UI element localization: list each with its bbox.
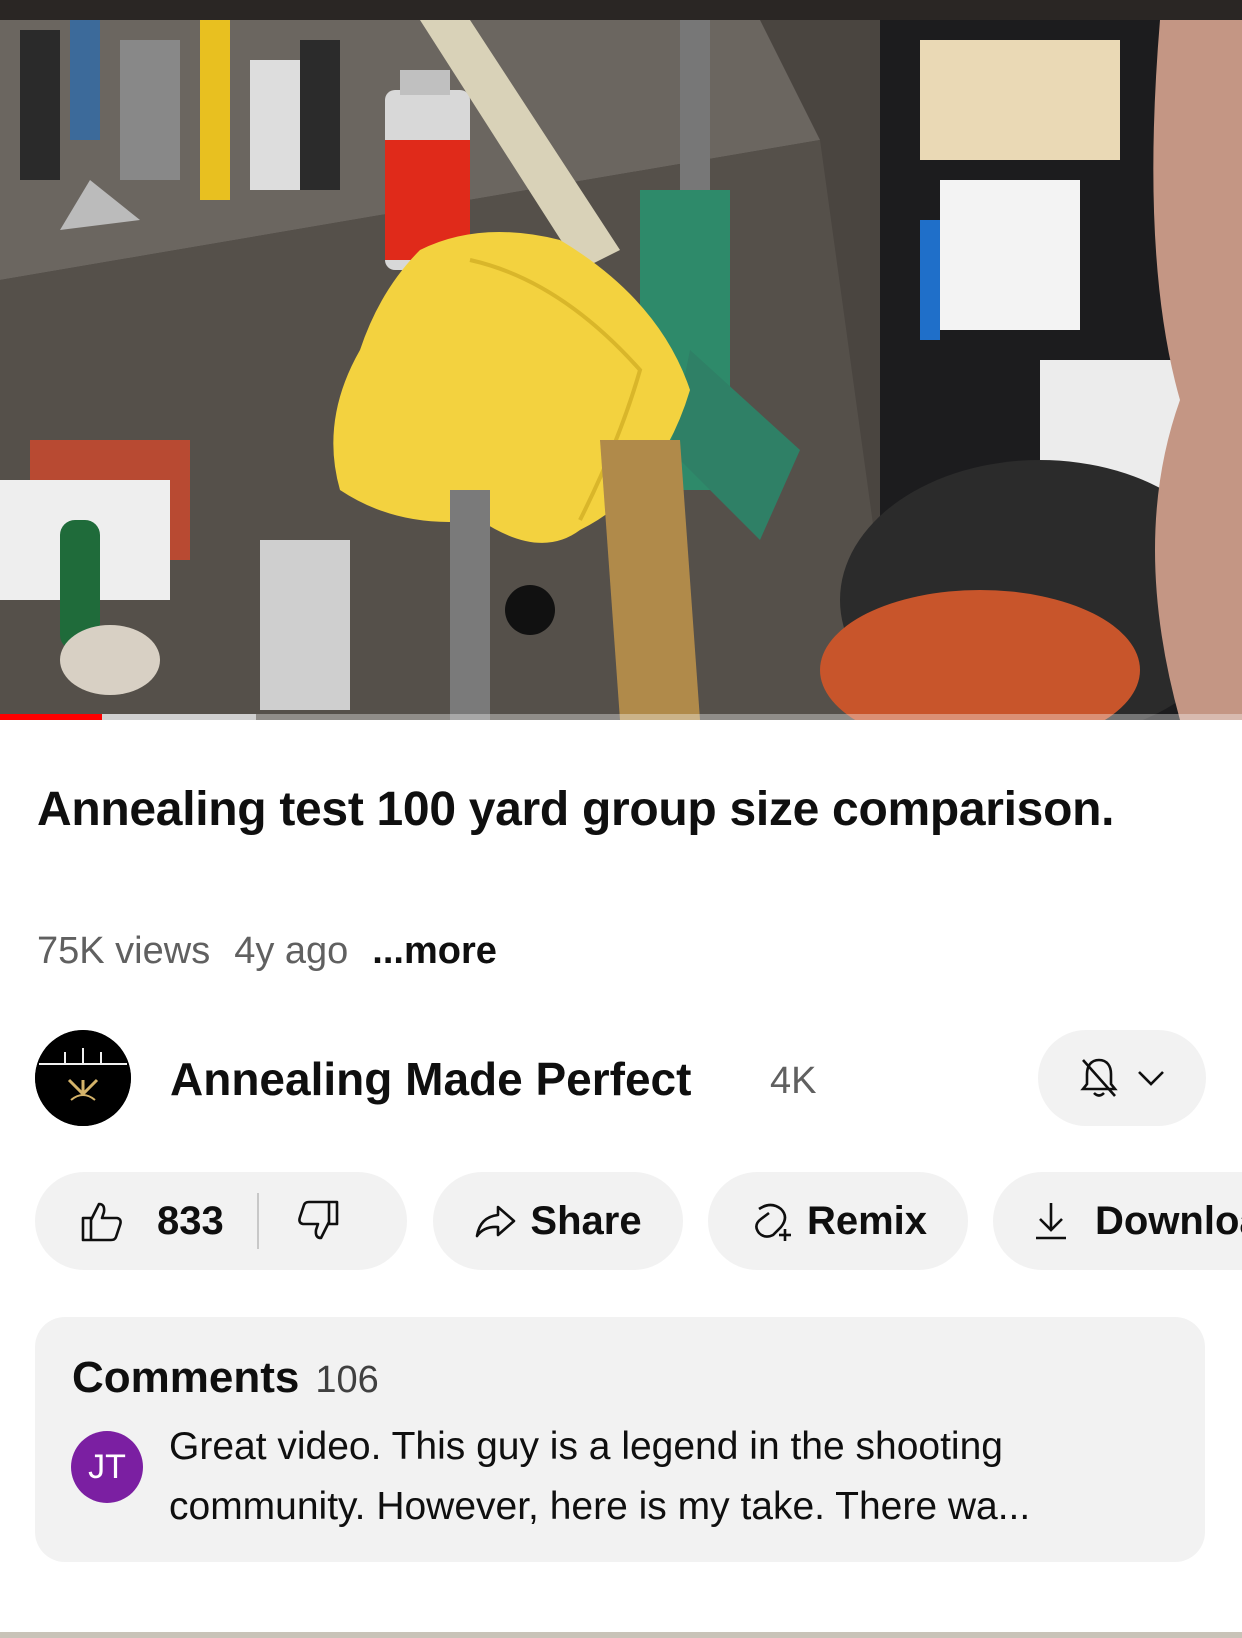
download-icon xyxy=(1036,1203,1066,1240)
video-frame xyxy=(0,20,1242,720)
video-progress-bar[interactable] xyxy=(0,714,1242,720)
like-divider xyxy=(256,1193,259,1249)
channel-name[interactable]: Annealing Made Perfect xyxy=(170,1052,691,1106)
comments-count: 106 xyxy=(315,1359,379,1401)
comments-header: Comments 106 xyxy=(72,1353,379,1403)
comments-heading: Comments xyxy=(72,1353,300,1402)
bottom-edge xyxy=(0,1632,1242,1638)
more-link[interactable]: ...more xyxy=(372,930,497,973)
like-dislike-group: 833 xyxy=(35,1172,407,1270)
top-comment-text: Great video. This guy is a legend in the… xyxy=(169,1425,1031,1528)
download-button[interactable]: Download xyxy=(993,1172,1242,1270)
remix-icon xyxy=(755,1203,791,1241)
download-label: Download xyxy=(1095,1198,1242,1243)
share-button[interactable]: Share xyxy=(433,1172,683,1270)
upload-age: 4y ago xyxy=(234,930,349,972)
video-player[interactable] xyxy=(0,20,1242,720)
share-label: Share xyxy=(530,1198,642,1243)
remix-label: Remix xyxy=(806,1198,928,1243)
played-bar xyxy=(0,714,102,720)
like-count[interactable]: 833 xyxy=(157,1199,224,1244)
video-meta[interactable]: 75K views 4y ago ...more xyxy=(37,930,497,973)
thumbs-up-icon[interactable] xyxy=(79,1198,125,1244)
chevron-down-icon xyxy=(1138,1071,1164,1086)
channel-avatar[interactable] xyxy=(35,1030,131,1126)
status-strip xyxy=(0,0,1242,20)
commenter-avatar[interactable]: JT xyxy=(71,1431,143,1503)
remix-button[interactable]: Remix xyxy=(708,1172,968,1270)
thumbs-down-icon[interactable] xyxy=(295,1198,341,1244)
subscriber-count: 4K xyxy=(770,1060,817,1102)
view-count: 75K views xyxy=(37,930,211,972)
action-bar: 833 Share Remix Download xyxy=(35,1172,1242,1270)
notification-button[interactable] xyxy=(1038,1030,1206,1126)
comments-panel[interactable]: Comments 106 JT Great video. This guy is… xyxy=(35,1317,1205,1562)
share-icon xyxy=(476,1205,516,1238)
video-title: Annealing test 100 yard group size compa… xyxy=(37,783,1115,836)
channel-row: Annealing Made Perfect 4K xyxy=(35,1030,1242,1126)
bell-off-icon xyxy=(1080,1058,1118,1097)
channel-logo-icon xyxy=(35,1030,131,1126)
